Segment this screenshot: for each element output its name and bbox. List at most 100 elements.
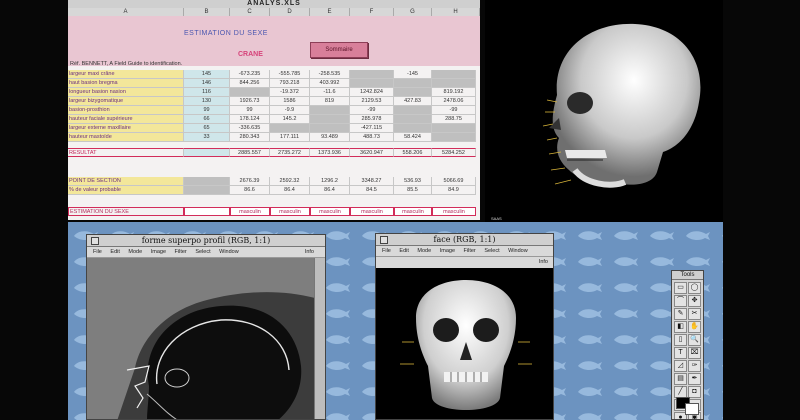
cell[interactable]: 488.73 (350, 133, 394, 142)
background-color-swatch[interactable] (685, 403, 699, 415)
cell[interactable]: 1296.2 (310, 177, 350, 186)
column-header[interactable]: D (270, 8, 310, 16)
cell[interactable]: -9.9 (270, 106, 310, 115)
cell[interactable]: 288.75 (432, 115, 476, 124)
cell[interactable] (394, 79, 432, 88)
cell[interactable]: 2592.32 (270, 177, 310, 186)
cell[interactable] (394, 115, 432, 124)
cell[interactable]: 58.424 (394, 133, 432, 142)
cell[interactable]: 2129.53 (350, 97, 394, 106)
cell[interactable]: 85.5 (394, 186, 432, 195)
cell[interactable]: 2885.557 (230, 148, 270, 157)
image-canvas[interactable] (87, 258, 315, 419)
cell[interactable] (350, 79, 394, 88)
close-box-icon[interactable] (91, 237, 99, 245)
cell[interactable]: -99 (350, 106, 394, 115)
tool-button[interactable]: ✎ (674, 308, 687, 320)
cell[interactable]: 403.992 (310, 79, 350, 88)
close-box-icon[interactable] (380, 236, 388, 244)
cell[interactable] (230, 88, 270, 97)
cell[interactable]: 33 (184, 133, 230, 142)
cell[interactable] (432, 70, 476, 79)
cell[interactable]: 793.218 (270, 79, 310, 88)
cell[interactable]: masculin (270, 207, 310, 216)
cell[interactable]: 178.124 (230, 115, 270, 124)
cell[interactable]: -555.785 (270, 70, 310, 79)
cell[interactable]: 93.489 (310, 133, 350, 142)
cell[interactable]: 1373.936 (310, 148, 350, 157)
tool-button[interactable]: ✒ (688, 373, 701, 385)
cell[interactable]: 99 (184, 106, 230, 115)
cell[interactable]: 3348.27 (350, 177, 394, 186)
column-header[interactable]: A (68, 8, 184, 16)
cell[interactable] (184, 177, 230, 186)
cell[interactable]: -673.235 (230, 70, 270, 79)
cell[interactable]: 2478.06 (432, 97, 476, 106)
tool-button[interactable]: ⌧ (688, 347, 701, 359)
tools-palette[interactable]: Tools ▭◯⌒✥✎✂◧✋▯🔍T⌧◿✑▤✒╱◘◐◒●◉ (671, 270, 704, 420)
cell[interactable]: 84.9 (432, 186, 476, 195)
menu-info[interactable]: Info (539, 259, 548, 265)
cell[interactable]: 819.192 (432, 88, 476, 97)
cell[interactable]: 145.2 (270, 115, 310, 124)
menu-filter[interactable]: Filter (464, 248, 476, 254)
cell[interactable]: 285.978 (350, 115, 394, 124)
menu-filter[interactable]: Filter (175, 249, 187, 255)
tool-button[interactable]: 🔍 (688, 334, 701, 346)
cell[interactable] (184, 207, 230, 216)
cell[interactable]: masculin (394, 207, 432, 216)
cell[interactable]: 130 (184, 97, 230, 106)
menu-mode[interactable]: Mode (417, 248, 431, 254)
tool-button[interactable]: ▯ (674, 334, 687, 346)
cell[interactable] (394, 124, 432, 133)
cell[interactable] (184, 186, 230, 195)
cell[interactable]: masculin (432, 207, 476, 216)
tool-button[interactable]: T (674, 347, 687, 359)
menu-select[interactable]: Select (484, 248, 499, 254)
column-header[interactable]: C (230, 8, 270, 16)
cell[interactable]: 146 (184, 79, 230, 88)
vertical-scrollbar[interactable] (314, 258, 325, 419)
tool-button[interactable]: ◯ (688, 282, 701, 294)
cell[interactable]: 65 (184, 124, 230, 133)
tool-button[interactable]: ▤ (674, 373, 687, 385)
cell[interactable]: 819 (310, 97, 350, 106)
tool-button[interactable]: ✋ (688, 321, 701, 333)
image-canvas[interactable] (376, 268, 553, 419)
column-header[interactable]: F (350, 8, 394, 16)
cell[interactable] (394, 88, 432, 97)
tool-button[interactable]: ✥ (688, 295, 701, 307)
column-header[interactable]: H (432, 8, 480, 16)
cell[interactable]: 280.343 (230, 133, 270, 142)
cell[interactable]: 2676.39 (230, 177, 270, 186)
cell[interactable]: -336.635 (230, 124, 270, 133)
cell[interactable] (432, 79, 476, 88)
cell[interactable] (270, 124, 310, 133)
menu-image[interactable]: Image (440, 248, 455, 254)
cell[interactable]: masculin (310, 207, 350, 216)
cell[interactable]: 3620.947 (350, 148, 394, 157)
cell[interactable]: -19.372 (270, 88, 310, 97)
cell[interactable]: masculin (350, 207, 394, 216)
tool-button[interactable]: ⌒ (674, 295, 687, 307)
cell[interactable]: -258.535 (310, 70, 350, 79)
cell[interactable]: -11.6 (310, 88, 350, 97)
cell[interactable]: 177.111 (270, 133, 310, 142)
face-window[interactable]: face (RGB, 1:1) File Edit Mode Image Fil… (375, 233, 554, 420)
cell[interactable]: 1926.73 (230, 97, 270, 106)
tool-button[interactable]: ✑ (688, 360, 701, 372)
tool-button[interactable]: ▭ (674, 282, 687, 294)
tool-button[interactable]: ✂ (688, 308, 701, 320)
tool-button[interactable]: ◿ (674, 360, 687, 372)
tool-button[interactable]: ◧ (674, 321, 687, 333)
cell[interactable]: 66 (184, 115, 230, 124)
window-title[interactable]: face (RGB, 1:1) (376, 234, 553, 246)
cell[interactable]: 86.4 (310, 186, 350, 195)
cell[interactable]: 145 (184, 70, 230, 79)
menu-image[interactable]: Image (151, 249, 166, 255)
cell[interactable] (394, 106, 432, 115)
menu-select[interactable]: Select (195, 249, 210, 255)
cell[interactable]: -99 (432, 106, 476, 115)
cell[interactable]: 2735.272 (270, 148, 310, 157)
sommaire-button[interactable]: Sommaire (310, 42, 368, 58)
